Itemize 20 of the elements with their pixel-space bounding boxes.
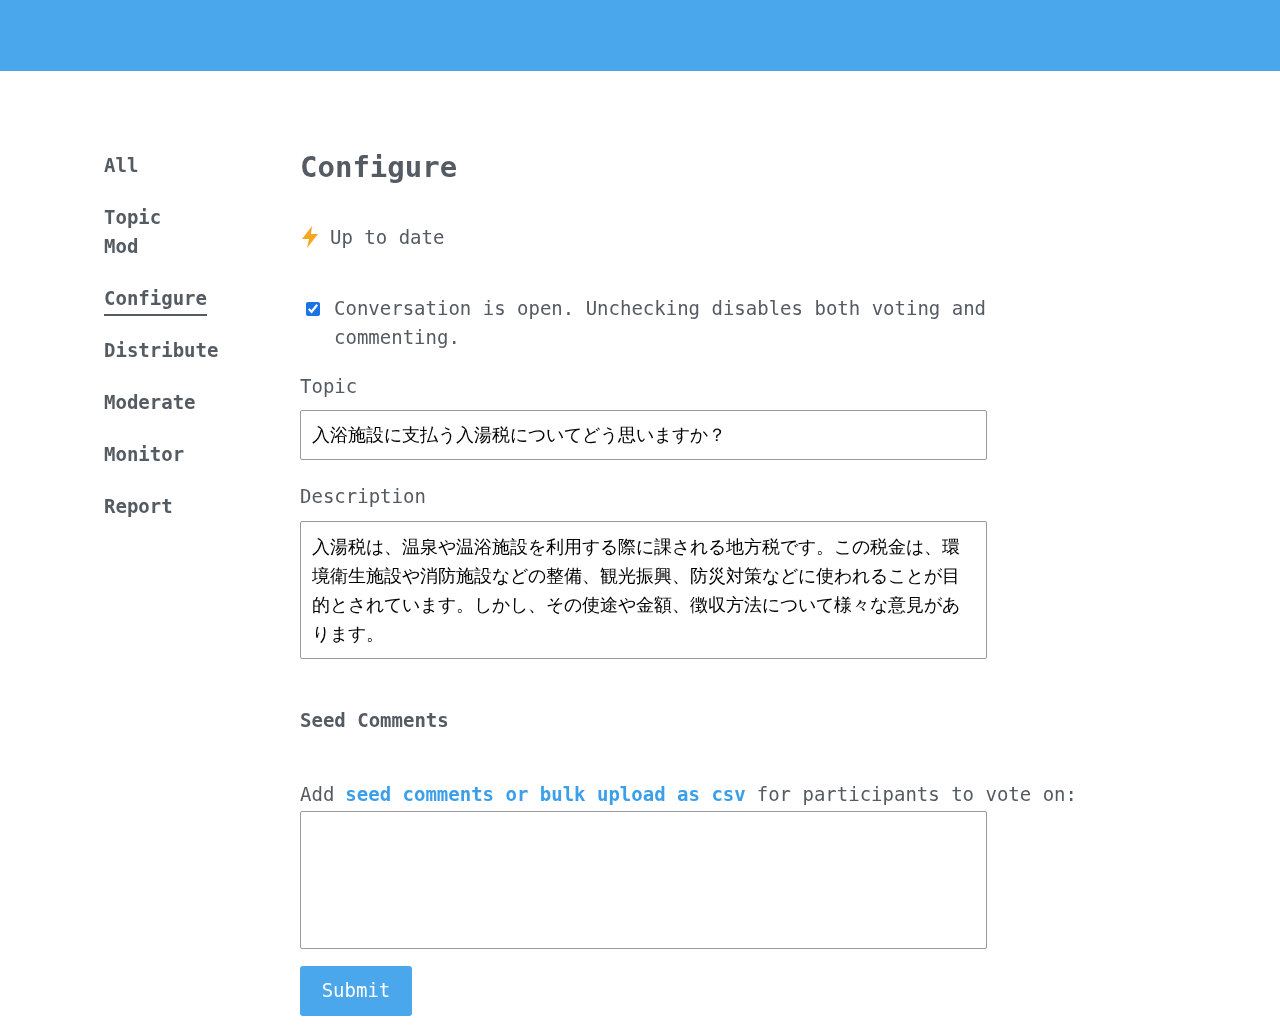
page-title: Configure <box>300 149 459 186</box>
sidebar-link[interactable]: All <box>104 151 139 183</box>
sidebar-link[interactable]: Distribute <box>104 336 219 368</box>
status-text: Up to date <box>330 225 445 250</box>
sidebar-link[interactable]: Configure <box>104 284 207 316</box>
seed-comment-field[interactable] <box>300 810 987 949</box>
field-label: Topic <box>300 373 359 399</box>
sidebar-link[interactable]: Report <box>104 492 173 524</box>
description-field[interactable]: 入湯税は、温泉や温浴施設を利用する際に課される地方税です。この税金は、環境衛生施設や消防施設などの整備、観光振興、防災対策などに使われることが目的とされています。しかし、その使途や金額、徴収方法について様々な意見があります。 <box>300 520 987 659</box>
sidebar-link[interactable]: Monitor <box>104 440 185 472</box>
checkbox-label: Conversation is open. Unchecking disables both voting and commenting. <box>334 295 988 350</box>
topic-field[interactable]: 入浴施設に支払う入湯税についてどう思いますか？ <box>300 410 987 460</box>
prompt-text: Add <box>300 782 335 807</box>
lightning-icon <box>300 226 320 249</box>
field-label: Description <box>300 484 427 509</box>
section-heading: Seed Comments <box>300 707 450 733</box>
prompt-text: for participants to vote on: <box>756 782 1077 807</box>
open-checkbox[interactable] <box>306 301 320 316</box>
sidebar-link[interactable]: Moderate <box>104 388 196 420</box>
sidebar-link[interactable]: Topic Mod <box>104 203 162 264</box>
